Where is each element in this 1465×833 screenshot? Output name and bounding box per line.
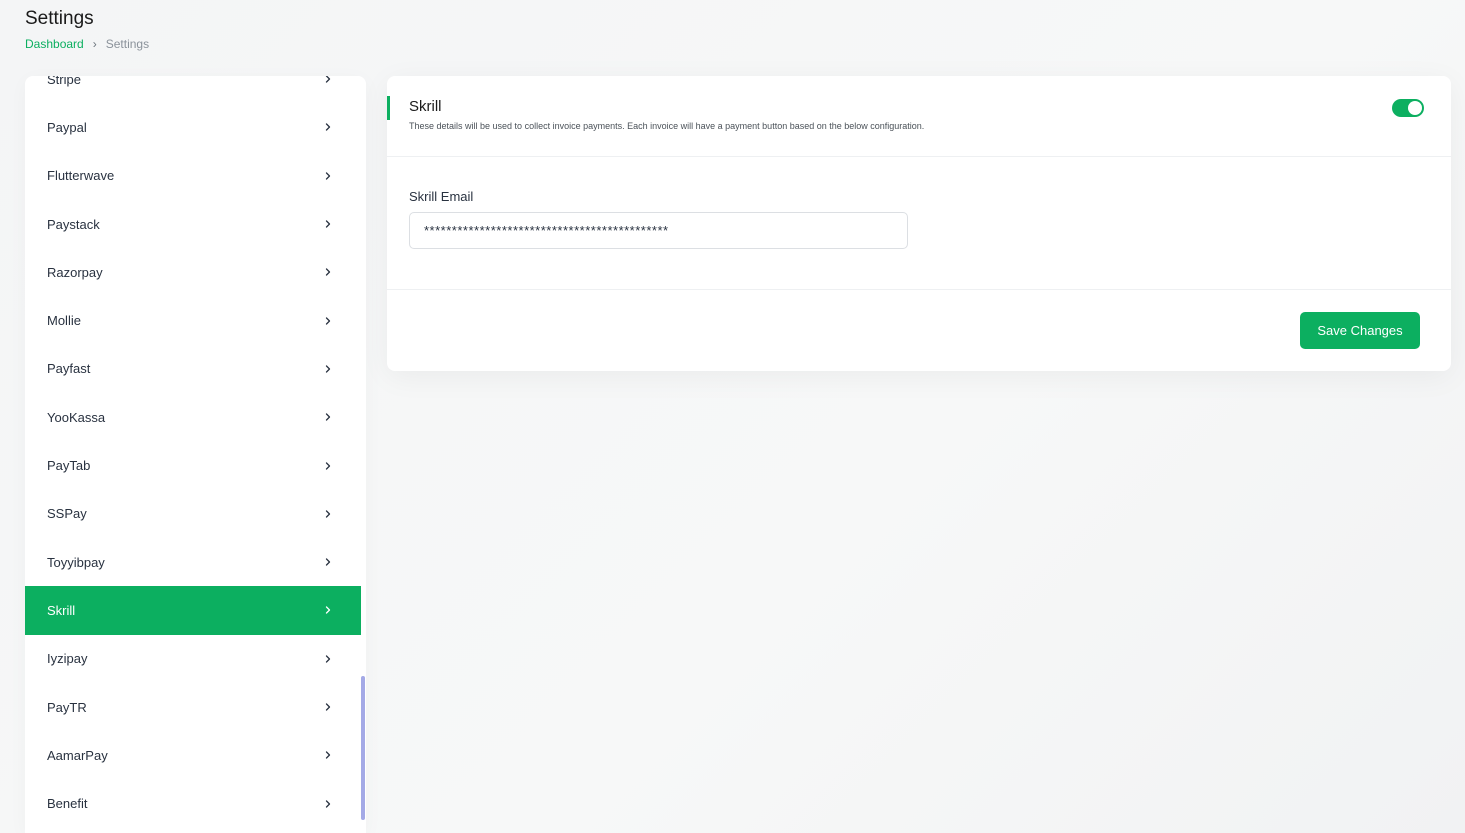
chevron-right-icon xyxy=(323,509,333,519)
sidebar-item-label: PayTR xyxy=(47,699,87,715)
skrill-settings-card: Skrill These details will be used to col… xyxy=(387,76,1451,371)
skrill-email-label: Skrill Email xyxy=(409,189,474,204)
sidebar-item-stripe[interactable]: Stripe xyxy=(25,76,361,103)
sidebar-item-paytab[interactable]: PayTab xyxy=(25,441,361,489)
sidebar-item-paypal[interactable]: Paypal xyxy=(25,103,361,151)
sidebar-item-razorpay[interactable]: Razorpay xyxy=(25,248,361,296)
sidebar-item-label: Benefit xyxy=(47,796,88,812)
chevron-right-icon xyxy=(323,171,333,181)
chevron-right-icon xyxy=(323,364,333,374)
sidebar-item-skrill[interactable]: Skrill xyxy=(25,586,361,635)
sidebar-item-label: PayTab xyxy=(47,458,91,474)
sidebar-item-iyzipay[interactable]: Iyzipay xyxy=(25,635,361,683)
card-title: Skrill xyxy=(409,98,442,115)
chevron-right-icon xyxy=(323,605,333,615)
sidebar-item-paytr[interactable]: PayTR xyxy=(25,683,361,731)
sidebar-item-mollie[interactable]: Mollie xyxy=(25,296,361,344)
sidebar-item-label: Payfast xyxy=(47,361,91,377)
sidebar-item-payfast[interactable]: Payfast xyxy=(25,345,361,393)
sidebar-item-aamarpay[interactable]: AamarPay xyxy=(25,731,361,779)
chevron-right-icon xyxy=(323,122,333,132)
sidebar-item-yookassa[interactable]: YooKassa xyxy=(25,393,361,441)
sidebar-item-paystack[interactable]: Paystack xyxy=(25,200,361,248)
page-title: Settings xyxy=(25,8,94,29)
sidebar-item-label: Paystack xyxy=(47,216,100,232)
skrill-enable-toggle[interactable] xyxy=(1392,99,1424,117)
sidebar-item-label: Flutterwave xyxy=(47,168,115,184)
save-changes-button[interactable]: Save Changes xyxy=(1300,312,1420,349)
skrill-email-input[interactable] xyxy=(409,212,908,249)
card-header: Skrill These details will be used to col… xyxy=(387,76,1451,157)
chevron-right-icon xyxy=(323,750,333,760)
chevron-right-icon: › xyxy=(92,37,97,51)
chevron-right-icon xyxy=(323,799,333,809)
sidebar-item-label: Toyyibpay xyxy=(47,554,105,570)
sidebar-list: Stripe Paypal Flutterwave Paystack Razorpay M… xyxy=(25,76,361,828)
card-accent-bar xyxy=(387,96,390,120)
toggle-knob xyxy=(1408,101,1422,115)
sidebar-scrollbar-thumb[interactable] xyxy=(361,676,365,820)
breadcrumb: Dashboard › Settings xyxy=(25,37,149,51)
sidebar-item-label: Skrill xyxy=(47,602,76,618)
chevron-right-icon xyxy=(323,461,333,471)
chevron-right-icon xyxy=(323,76,333,84)
sidebar-item-label: Stripe xyxy=(47,76,81,87)
chevron-right-icon xyxy=(323,219,333,229)
card-footer: Save Changes xyxy=(387,290,1451,370)
chevron-right-icon xyxy=(323,702,333,712)
sidebar-item-label: Razorpay xyxy=(47,264,103,280)
card-description: These details will be used to collect in… xyxy=(409,121,925,131)
chevron-right-icon xyxy=(323,412,333,422)
sidebar-scrollbar[interactable] xyxy=(361,76,366,833)
sidebar-item-label: Iyzipay xyxy=(47,651,88,667)
chevron-right-icon xyxy=(323,557,333,567)
sidebar-item-benefit[interactable]: Benefit xyxy=(25,779,361,827)
sidebar-item-label: Mollie xyxy=(47,313,81,329)
sidebar-item-label: YooKassa xyxy=(47,409,106,425)
breadcrumb-dashboard-link[interactable]: Dashboard xyxy=(25,37,84,51)
breadcrumb-current: Settings xyxy=(105,37,150,51)
sidebar-item-label: AamarPay xyxy=(47,747,108,763)
chevron-right-icon xyxy=(323,267,333,277)
sidebar-item-label: Paypal xyxy=(47,119,87,135)
sidebar-item-sspay[interactable]: SSPay xyxy=(25,490,361,538)
card-body: Skrill Email xyxy=(387,157,1451,290)
chevron-right-icon xyxy=(323,654,333,664)
sidebar-item-toyyibpay[interactable]: Toyyibpay xyxy=(25,538,361,586)
sidebar-item-label: SSPay xyxy=(47,506,87,522)
chevron-right-icon xyxy=(323,316,333,326)
sidebar: Stripe Paypal Flutterwave Paystack Razorpay M… xyxy=(25,76,366,833)
sidebar-item-flutterwave[interactable]: Flutterwave xyxy=(25,152,361,200)
